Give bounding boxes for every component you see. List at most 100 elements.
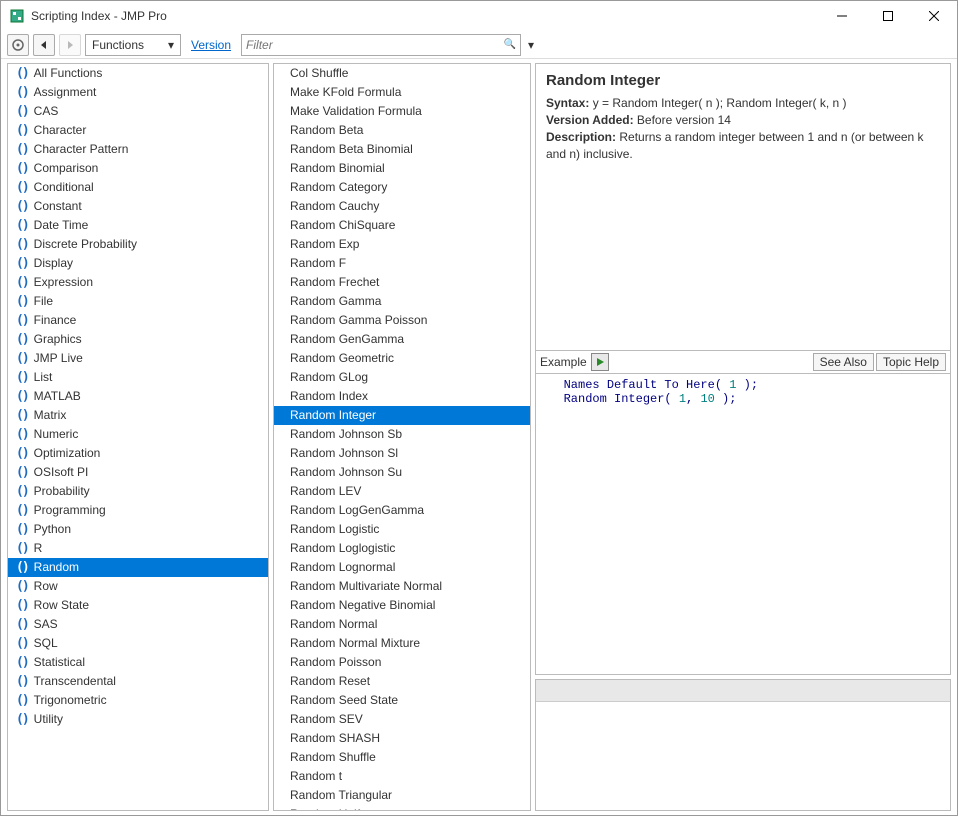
function-item[interactable]: Random Exp	[274, 235, 530, 254]
home-button[interactable]	[7, 34, 29, 56]
function-item[interactable]: Random SHASH	[274, 729, 530, 748]
category-item[interactable]: ()Utility	[8, 710, 268, 729]
function-item[interactable]: Random Gamma Poisson	[274, 311, 530, 330]
function-item[interactable]: Random Category	[274, 178, 530, 197]
category-item[interactable]: ()SAS	[8, 615, 268, 634]
function-item[interactable]: Random Multivariate Normal	[274, 577, 530, 596]
function-item[interactable]: Random Lognormal	[274, 558, 530, 577]
function-item[interactable]: Random Binomial	[274, 159, 530, 178]
function-list[interactable]: Col ShuffleMake KFold FormulaMake Valida…	[273, 63, 531, 811]
function-item[interactable]: Random Poisson	[274, 653, 530, 672]
category-item[interactable]: ()Display	[8, 254, 268, 273]
close-button[interactable]	[911, 1, 957, 31]
category-item[interactable]: ()Conditional	[8, 178, 268, 197]
category-item[interactable]: ()SQL	[8, 634, 268, 653]
function-item[interactable]: Random F	[274, 254, 530, 273]
function-item[interactable]: Random Cauchy	[274, 197, 530, 216]
function-item[interactable]: Random Negative Binomial	[274, 596, 530, 615]
category-item[interactable]: ()Character	[8, 121, 268, 140]
category-item[interactable]: ()Row	[8, 577, 268, 596]
output-pane[interactable]	[535, 679, 951, 811]
function-item[interactable]: Random Geometric	[274, 349, 530, 368]
see-also-button[interactable]: See Also	[813, 353, 874, 371]
category-item[interactable]: ()Assignment	[8, 83, 268, 102]
paren-icon: ()	[16, 236, 28, 253]
minimize-button[interactable]	[819, 1, 865, 31]
category-item[interactable]: ()Optimization	[8, 444, 268, 463]
category-item[interactable]: ()Finance	[8, 311, 268, 330]
maximize-button[interactable]	[865, 1, 911, 31]
function-item[interactable]: Random Integer	[274, 406, 530, 425]
category-item[interactable]: ()Random	[8, 558, 268, 577]
topic-help-button[interactable]: Topic Help	[876, 353, 946, 371]
function-item[interactable]: Random Beta Binomial	[274, 140, 530, 159]
function-item[interactable]: Random Reset	[274, 672, 530, 691]
category-item[interactable]: ()File	[8, 292, 268, 311]
category-item[interactable]: ()Graphics	[8, 330, 268, 349]
function-item[interactable]: Random Gamma	[274, 292, 530, 311]
function-item[interactable]: Random Index	[274, 387, 530, 406]
paren-icon: ()	[16, 65, 28, 82]
function-item[interactable]: Random Loglogistic	[274, 539, 530, 558]
category-list[interactable]: ()All Functions()Assignment()CAS()Charac…	[7, 63, 269, 811]
function-item[interactable]: Random GLog	[274, 368, 530, 387]
category-item[interactable]: ()Trigonometric	[8, 691, 268, 710]
category-item[interactable]: ()Probability	[8, 482, 268, 501]
function-item[interactable]: Make KFold Formula	[274, 83, 530, 102]
function-item[interactable]: Random Johnson Sb	[274, 425, 530, 444]
version-link[interactable]: Version	[191, 38, 231, 52]
function-item[interactable]: Random Beta	[274, 121, 530, 140]
code-example[interactable]: Names Default To Here( 1 ); Random Integ…	[535, 374, 951, 675]
function-item[interactable]: Random GenGamma	[274, 330, 530, 349]
category-item[interactable]: ()Numeric	[8, 425, 268, 444]
category-label: Finance	[34, 312, 77, 329]
function-item[interactable]: Make Validation Formula	[274, 102, 530, 121]
category-item[interactable]: ()Discrete Probability	[8, 235, 268, 254]
category-dropdown[interactable]: Functions ▾	[85, 34, 181, 56]
function-item[interactable]: Random Normal	[274, 615, 530, 634]
category-item[interactable]: ()Statistical	[8, 653, 268, 672]
paren-icon: ()	[16, 540, 28, 557]
category-item[interactable]: ()R	[8, 539, 268, 558]
function-item[interactable]: Random Seed State	[274, 691, 530, 710]
function-item[interactable]: Random Johnson Su	[274, 463, 530, 482]
category-item[interactable]: ()Row State	[8, 596, 268, 615]
filter-input[interactable]	[246, 38, 504, 52]
function-item[interactable]: Random Uniform	[274, 805, 530, 811]
filter-box[interactable]: 🔍	[241, 34, 521, 56]
category-item[interactable]: ()Date Time	[8, 216, 268, 235]
function-item[interactable]: Random Logistic	[274, 520, 530, 539]
category-item[interactable]: ()CAS	[8, 102, 268, 121]
function-item[interactable]: Random Normal Mixture	[274, 634, 530, 653]
category-item[interactable]: ()JMP Live	[8, 349, 268, 368]
function-item[interactable]: Random Triangular	[274, 786, 530, 805]
category-item[interactable]: ()Comparison	[8, 159, 268, 178]
function-item[interactable]: Random LEV	[274, 482, 530, 501]
function-item[interactable]: Random LogGenGamma	[274, 501, 530, 520]
function-item[interactable]: Random ChiSquare	[274, 216, 530, 235]
function-item[interactable]: Random Shuffle	[274, 748, 530, 767]
category-item[interactable]: ()Matrix	[8, 406, 268, 425]
category-item[interactable]: ()List	[8, 368, 268, 387]
category-item[interactable]: ()Programming	[8, 501, 268, 520]
category-item[interactable]: ()All Functions	[8, 64, 268, 83]
category-item[interactable]: ()Python	[8, 520, 268, 539]
function-item[interactable]: Random Frechet	[274, 273, 530, 292]
category-label: Programming	[34, 502, 106, 519]
function-item[interactable]: Random t	[274, 767, 530, 786]
category-item[interactable]: ()Constant	[8, 197, 268, 216]
forward-button[interactable]	[59, 34, 81, 56]
function-item[interactable]: Random SEV	[274, 710, 530, 729]
function-item[interactable]: Random Johnson Sl	[274, 444, 530, 463]
paren-icon: ()	[16, 407, 28, 424]
category-item[interactable]: ()Transcendental	[8, 672, 268, 691]
filter-dropdown-icon[interactable]: ▾	[525, 34, 537, 56]
back-button[interactable]	[33, 34, 55, 56]
function-item[interactable]: Col Shuffle	[274, 64, 530, 83]
category-item[interactable]: ()OSIsoft PI	[8, 463, 268, 482]
category-item[interactable]: ()MATLAB	[8, 387, 268, 406]
category-item[interactable]: ()Character Pattern	[8, 140, 268, 159]
run-example-button[interactable]	[591, 353, 609, 371]
category-item[interactable]: ()Expression	[8, 273, 268, 292]
category-label: Probability	[34, 483, 90, 500]
